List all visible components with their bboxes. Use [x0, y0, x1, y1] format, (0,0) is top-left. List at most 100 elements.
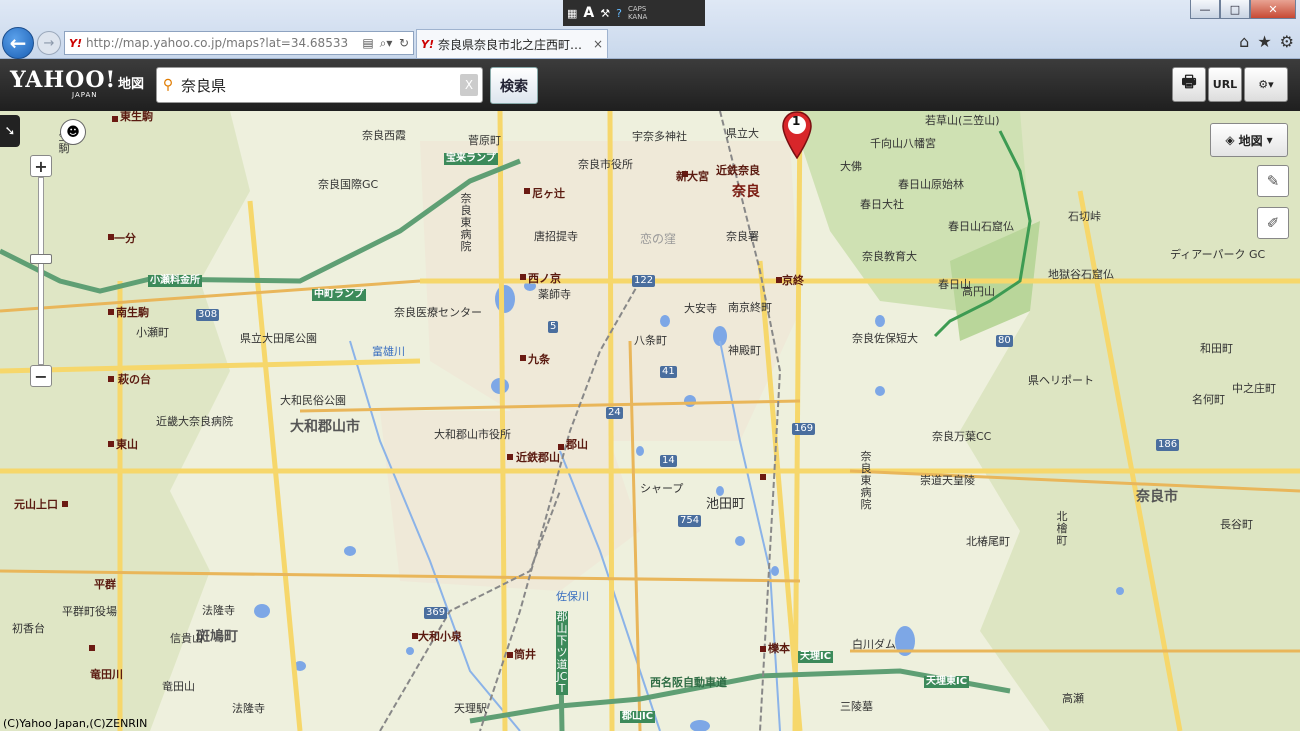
ime-toolbar[interactable]: ▦ A ⚒ ? CAPS KANA: [563, 0, 705, 26]
favorites-star-icon[interactable]: ★: [1257, 32, 1271, 51]
refresh-icon[interactable]: ↻: [395, 36, 413, 50]
expand-panel-button[interactable]: ➘: [0, 115, 20, 147]
map-label: 奈良国際GC: [318, 178, 379, 191]
station-marker[interactable]: [89, 645, 95, 651]
map-label: 薬師寺: [538, 288, 571, 301]
map-label: 竜田川: [90, 668, 123, 681]
map-label: 萩の台: [118, 373, 151, 386]
road-number: 80: [996, 335, 1013, 347]
yahoo-logo-japan: JAPAN: [72, 91, 98, 99]
road-number: 24: [606, 407, 623, 419]
map-label: 白川ダム: [852, 638, 896, 651]
ime-mode-label[interactable]: A: [583, 5, 594, 21]
footprint-icon: ✎: [1266, 172, 1280, 190]
map-label: 北檜町: [1056, 510, 1068, 547]
station-marker[interactable]: [520, 355, 526, 361]
street-view-pegman-icon[interactable]: ☻: [60, 119, 86, 145]
station-marker[interactable]: [760, 646, 766, 652]
map-type-button[interactable]: ◈ 地図 ▾: [1210, 123, 1288, 157]
address-url[interactable]: http://map.yahoo.co.jp/maps?lat=34.68533: [86, 36, 359, 50]
ime-help-icon[interactable]: ?: [616, 7, 622, 20]
pencil-icon: ✐: [1266, 214, 1280, 232]
station-marker[interactable]: [112, 116, 118, 122]
map-label: 県立大田尾公園: [240, 332, 317, 345]
station-marker[interactable]: [760, 474, 766, 480]
service-name[interactable]: 地図: [118, 73, 144, 92]
compat-view-icon[interactable]: ▤: [359, 36, 377, 50]
search-button[interactable]: 検索: [490, 67, 538, 104]
ime-keyboard-icon[interactable]: ▦: [567, 7, 577, 20]
map-label: 地獄谷石窟仏: [1048, 268, 1114, 281]
url-button[interactable]: URL: [1208, 67, 1242, 102]
map-label: 西名阪自動車道: [650, 676, 727, 689]
map-label: 春日山原始林: [898, 178, 964, 191]
favicon: Y!: [69, 36, 82, 50]
marker-number: 1: [792, 114, 801, 128]
search-dropdown-icon[interactable]: ⌕▾: [377, 36, 395, 51]
map-label: 大佛: [840, 160, 862, 173]
zoom-slider-thumb[interactable]: [30, 254, 52, 264]
map-canvas[interactable]: 東生駒 奈良西霞 菅原町 宇奈多神社 県立大 若草山(三笠山) 千向山八幡宮 大…: [0, 111, 1300, 731]
map-label: 奈良東病院: [460, 192, 472, 253]
road-number: 754: [678, 515, 702, 527]
map-label: 近鉄郡山: [516, 451, 560, 464]
map-label: 県立大: [726, 127, 759, 140]
road-number: 14: [660, 455, 677, 467]
map-label: 西ノ京: [528, 272, 561, 285]
map-label: 奈良西霞: [362, 129, 406, 142]
maximize-button[interactable]: □: [1220, 0, 1250, 19]
station-marker[interactable]: [507, 454, 513, 460]
yahoo-logo[interactable]: YAHOO!: [10, 67, 116, 93]
map-label: 宇奈多神社: [632, 130, 687, 143]
print-button[interactable]: 🖶: [1172, 67, 1206, 102]
station-marker[interactable]: [108, 376, 114, 382]
back-button[interactable]: ←: [2, 27, 34, 59]
tab-close-button[interactable]: ×: [589, 37, 607, 51]
station-marker[interactable]: [108, 441, 114, 447]
home-icon[interactable]: ⌂: [1239, 32, 1249, 51]
close-window-button[interactable]: ✕: [1250, 0, 1296, 19]
map-label: 奈良医療センター: [394, 306, 482, 319]
tab-title[interactable]: 奈良県奈良市北之庄西町…: [438, 36, 589, 53]
map-label: 初香台: [12, 622, 45, 635]
map-label: 和田町: [1200, 342, 1233, 355]
address-bar[interactable]: Y! http://map.yahoo.co.jp/maps?lat=34.68…: [64, 31, 414, 55]
road-number: 186: [1156, 439, 1180, 451]
minimize-button[interactable]: —: [1190, 0, 1220, 19]
map-label: 唐招提寺: [534, 230, 578, 243]
map-label: 元山上口: [14, 498, 58, 511]
tab-favicon: Y!: [421, 37, 434, 51]
ime-caps: CAPS: [627, 5, 647, 13]
station-marker[interactable]: [108, 309, 114, 315]
ime-status: CAPS KANA: [628, 5, 647, 21]
ime-tool-icon[interactable]: ⚒: [600, 7, 610, 20]
map-label: 櫟本: [768, 642, 790, 655]
map-label: 大和小泉: [418, 630, 462, 643]
forward-button[interactable]: →: [37, 31, 61, 55]
station-marker[interactable]: [507, 652, 513, 658]
browser-tab[interactable]: Y! 奈良県奈良市北之庄西町… ×: [416, 29, 608, 58]
station-marker[interactable]: [520, 274, 526, 280]
station-marker[interactable]: [62, 501, 68, 507]
map-label: 東生駒: [120, 111, 153, 123]
zoom-out-button[interactable]: −: [30, 365, 52, 387]
station-marker[interactable]: [558, 444, 564, 450]
map-label: シャープ: [640, 482, 684, 495]
search-input[interactable]: [179, 75, 460, 95]
settings-button[interactable]: ⚙▾: [1244, 67, 1288, 102]
map-label: 崇道天皇陵: [920, 474, 975, 487]
map-label: 郡山下ツ道JCT: [556, 610, 568, 695]
zoom-in-button[interactable]: +: [30, 155, 52, 177]
zoom-slider-track[interactable]: [30, 177, 52, 365]
map-label: 大和民俗公園: [280, 394, 346, 407]
clear-search-button[interactable]: X: [460, 74, 478, 96]
map-label: 大和郡山市: [290, 419, 360, 435]
station-marker[interactable]: [524, 188, 530, 194]
map-label: 竜田山: [162, 680, 195, 693]
draw-tool-button[interactable]: ✐: [1257, 207, 1289, 239]
tools-gear-icon[interactable]: ⚙: [1280, 32, 1294, 51]
browser-toolbar-right: ⌂ ★ ⚙: [1239, 32, 1294, 51]
measure-tool-button[interactable]: ✎: [1257, 165, 1289, 197]
map-type-label: 地図: [1238, 133, 1263, 148]
map-label: 高瀬: [1062, 692, 1084, 705]
